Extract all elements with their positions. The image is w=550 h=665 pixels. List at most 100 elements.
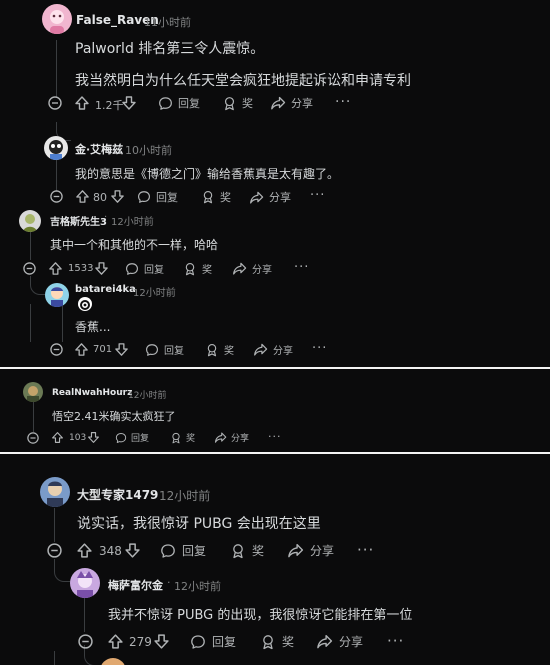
comment-text: 我并不惊讶 PUBG 的出现，我很惊讶它能排在第一位 [108, 608, 413, 623]
share-button[interactable]: 分享 [249, 189, 291, 205]
award-button[interactable]: 奖 [222, 95, 253, 111]
upvote-button[interactable] [51, 431, 64, 444]
username[interactable]: 大型专家1479 [77, 486, 158, 503]
award-label: 奖 [186, 434, 196, 444]
more-options-button[interactable]: ··· [268, 430, 282, 443]
vote-count: 103 [69, 433, 86, 443]
award-icon [207, 343, 217, 356]
share-button[interactable]: 分享 [270, 95, 313, 111]
timestamp: 12小时前 [111, 217, 154, 228]
more-options-button[interactable]: ··· [335, 94, 351, 110]
reply-button[interactable]: 回复 [190, 633, 236, 650]
avatar[interactable] [100, 658, 126, 665]
screenshot-divider [0, 452, 550, 454]
avatar[interactable] [70, 568, 100, 598]
collapse-icon [23, 262, 36, 275]
collapse-button[interactable] [50, 190, 63, 203]
separator-dot: · [118, 141, 122, 154]
comment-text: 悟空2.41米确实太疯狂了 [52, 410, 176, 423]
downvote-icon [154, 634, 169, 649]
collapse-button[interactable] [78, 634, 93, 649]
more-options-button[interactable]: ··· [310, 188, 325, 203]
share-button[interactable]: 分享 [253, 342, 293, 357]
thread-line [30, 304, 31, 342]
collapse-button[interactable] [47, 543, 62, 558]
reply-icon [159, 96, 172, 110]
share-button[interactable]: 分享 [316, 633, 363, 650]
downvote-icon [125, 543, 140, 558]
upvote-button[interactable] [48, 261, 63, 276]
more-icon: ··· [294, 260, 310, 275]
award-button[interactable]: 奖 [201, 189, 231, 205]
upvote-button[interactable] [107, 633, 124, 650]
reply-icon [146, 343, 158, 356]
reply-button[interactable]: 回复 [115, 431, 149, 444]
collapse-button[interactable] [50, 343, 63, 356]
downvote-button[interactable] [121, 95, 137, 111]
award-icon [263, 634, 273, 649]
award-button[interactable]: 奖 [183, 261, 212, 276]
upvote-button[interactable] [74, 95, 90, 111]
share-icon [250, 191, 264, 204]
reply-button[interactable]: 回复 [158, 95, 200, 111]
comment-thread-panel-2: RealNwahHourz · 12小时前 悟空2.41米确实太疯狂了 103 … [0, 370, 550, 451]
avatar[interactable] [44, 136, 68, 160]
reply-icon [161, 543, 175, 558]
downvote-button[interactable] [94, 261, 109, 276]
avatar[interactable] [45, 283, 69, 307]
timestamp: 10小时前 [125, 144, 172, 157]
award-button[interactable]: 奖 [230, 542, 264, 559]
upvote-button[interactable] [74, 342, 89, 357]
vote-count: 279 [129, 635, 152, 649]
more-options-button[interactable]: ··· [357, 541, 374, 559]
award-label: 奖 [252, 544, 265, 558]
share-label: 分享 [339, 635, 364, 649]
downvote-button[interactable] [153, 633, 170, 650]
thread-line [56, 40, 57, 98]
comment-text: 说实话，我很惊讶 PUBG 会出现在这里 [77, 516, 321, 532]
award-icon [185, 262, 195, 275]
reply-button[interactable]: 回复 [125, 261, 164, 276]
share-label: 分享 [273, 346, 293, 357]
vote-count-label: 701 [93, 344, 113, 355]
share-icon [317, 634, 333, 649]
username[interactable]: 梅萨富尔金 [108, 577, 163, 593]
more-options-button[interactable]: ··· [294, 260, 309, 275]
reply-button[interactable]: 回复 [160, 542, 206, 559]
award-label: 奖 [220, 191, 231, 204]
downvote-button[interactable] [87, 431, 100, 444]
collapse-button[interactable] [23, 262, 36, 275]
collapse-button[interactable] [48, 96, 62, 110]
share-button[interactable]: 分享 [232, 261, 272, 276]
vote-count: 348 [99, 544, 122, 558]
upvote-icon [75, 343, 88, 356]
upvote-button[interactable] [75, 189, 90, 204]
avatar[interactable] [19, 210, 41, 232]
more-icon: ··· [357, 541, 375, 559]
more-options-button[interactable]: ··· [312, 341, 327, 356]
screenshot-divider [0, 367, 550, 369]
timestamp: 11小时前 [144, 16, 191, 29]
collapse-button[interactable] [27, 432, 39, 444]
reply-button[interactable]: 回复 [137, 189, 178, 205]
upvote-button[interactable] [76, 542, 93, 559]
avatar[interactable] [23, 382, 43, 402]
award-button[interactable]: 奖 [260, 633, 294, 650]
share-button[interactable]: 分享 [214, 431, 249, 444]
downvote-button[interactable] [124, 542, 141, 559]
avatar[interactable] [42, 4, 72, 34]
award-label: 奖 [202, 265, 212, 276]
username[interactable]: 吉格斯先生3 [50, 213, 107, 228]
reply-button[interactable]: 回复 [145, 342, 184, 357]
more-icon: ··· [312, 341, 328, 356]
award-button[interactable]: 奖 [205, 342, 234, 357]
username[interactable]: 金·艾梅兹 [75, 141, 123, 157]
thread-connector [30, 276, 45, 295]
downvote-icon [95, 262, 108, 275]
share-button[interactable]: 分享 [287, 542, 334, 559]
more-options-button[interactable]: ··· [387, 632, 404, 650]
avatar[interactable] [40, 477, 70, 507]
downvote-button[interactable] [114, 342, 129, 357]
award-button[interactable]: 奖 [170, 431, 195, 444]
downvote-button[interactable] [110, 189, 125, 204]
